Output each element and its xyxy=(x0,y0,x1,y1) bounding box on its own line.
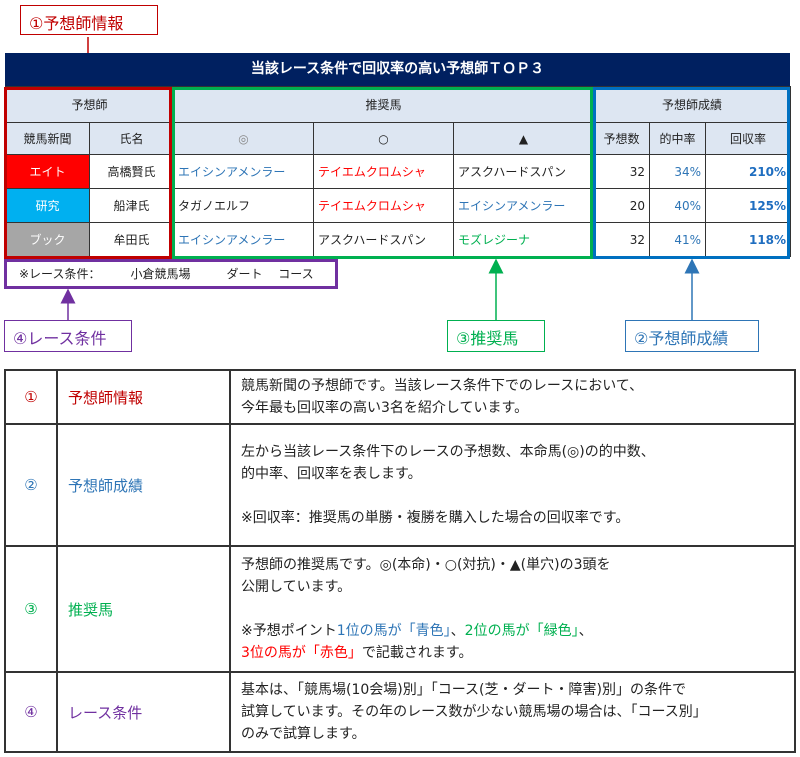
taikou-cell: アスクハードスパン xyxy=(313,222,455,257)
paper-cell: ブック xyxy=(5,222,90,257)
tanana-cell: エイシンアメンラー xyxy=(453,188,595,223)
hit-rate-cell: 34% xyxy=(649,154,707,189)
table-row: ブック 牟田氏 エイシンアメンラー アスクハードスパン モズレジーナ 32 41… xyxy=(5,222,792,257)
note-separator: 、 xyxy=(450,623,465,639)
legend-term: 予想師情報 xyxy=(56,369,231,425)
callout-predictor-results: ②予想師成績 xyxy=(625,320,759,352)
legend-description: 基本は、「競馬場(10会場)別」「コース(芝・ダート・障害)別」の条件で 試算し… xyxy=(229,671,796,753)
paper-cell: 研究 xyxy=(5,188,90,223)
legend-term: 予想師成績 xyxy=(56,423,231,547)
description-line: 試算しています。その年のレース数が少ない競馬場の場合は、「コース別」 xyxy=(241,704,707,720)
note-blue: 1位の馬が「青色」 xyxy=(336,623,451,639)
col-header-honmei: ◎ xyxy=(173,122,315,155)
legend-description: 競馬新聞の予想師です。当該レース条件下でのレースにおいて、 今年最も回収率の高い… xyxy=(229,369,796,425)
legend-row: ③ 推奨馬 予想師の推奨馬です。◎(本命)・○(対抗)・▲(単穴)の3頭を 公開… xyxy=(4,545,796,673)
honmei-cell: タガノエルフ xyxy=(173,188,315,223)
table-row: エイト 高橋賢氏 エイシンアメンラー テイエムクロムシャ アスクハードスパン 3… xyxy=(5,154,792,189)
race-condition-box: ※レース条件： 小倉競馬場 ダート コース xyxy=(4,259,338,289)
hit-rate-cell: 41% xyxy=(649,222,707,257)
table-row: 研究 船津氏 タガノエルフ テイエムクロムシャ エイシンアメンラー 20 40%… xyxy=(5,188,792,223)
col-header-hit-rate: 的中率 xyxy=(649,122,707,155)
legend-row: ④ レース条件 基本は、「競馬場(10会場)別」「コース(芝・ダート・障害)別」… xyxy=(4,671,796,753)
legend-number: ④ xyxy=(4,671,58,753)
return-rate-cell: 210% xyxy=(705,154,792,189)
description-line: 予想師の推奨馬です。◎(本命)・○(対抗)・▲(単穴)の3頭を xyxy=(241,557,611,573)
count-cell: 32 xyxy=(593,154,651,189)
count-cell: 20 xyxy=(593,188,651,223)
return-rate-cell: 125% xyxy=(705,188,792,223)
note-suffix: で記載されます。 xyxy=(361,645,473,661)
legend-term: レース条件 xyxy=(56,671,231,753)
color-note: 3位の馬が「赤色」で記載されます。 xyxy=(241,642,784,664)
paper-cell: エイト xyxy=(5,154,90,189)
predictor-ranking-table: 予想師 推奨馬 予想師成績 競馬新聞 氏名 ◎ ○ ▲ 予想数 的中率 回収率 … xyxy=(4,86,792,257)
name-cell: 高橋賢氏 xyxy=(88,154,175,189)
note-separator: 、 xyxy=(578,623,593,639)
tanana-cell: モズレジーナ xyxy=(453,222,595,257)
col-header-taikou: ○ xyxy=(313,122,455,155)
legend-term: 推奨馬 xyxy=(56,545,231,673)
col-header-return-rate: 回収率 xyxy=(705,122,792,155)
note-red: 3位の馬が「赤色」 xyxy=(241,645,362,661)
name-cell: 船津氏 xyxy=(88,188,175,223)
col-header-paper: 競馬新聞 xyxy=(5,122,90,155)
description-line: 左から当該レース条件下のレースの予想数、本命馬(◎)の的中数、 xyxy=(241,444,655,460)
name-cell: 牟田氏 xyxy=(88,222,175,257)
group-header-predictor: 予想師 xyxy=(4,86,175,123)
honmei-cell: エイシンアメンラー xyxy=(173,222,315,257)
table-title: 当該レース条件で回収率の高い予想師ＴＯＰ３ xyxy=(5,53,790,86)
description-line: 的中率、回収率を表します。 xyxy=(241,466,422,482)
callout-predictor-info: ①予想師情報 xyxy=(20,5,158,35)
col-header-tanana: ▲ xyxy=(453,122,595,155)
note-green: 2位の馬が「緑色」 xyxy=(464,623,579,639)
legend-table: ① 予想師情報 競馬新聞の予想師です。当該レース条件下でのレースにおいて、 今年… xyxy=(4,369,796,753)
description-line: 基本は、「競馬場(10会場)別」「コース(芝・ダート・障害)別」の条件で xyxy=(241,682,686,698)
description-line: ※回収率：推奨馬の単勝・複勝を購入した場合の回収率です。 xyxy=(241,510,630,526)
description-line: 競馬新聞の予想師です。当該レース条件下でのレースにおいて、 xyxy=(241,378,644,394)
description-line: のみで試算します。 xyxy=(241,726,366,742)
legend-row: ① 予想師情報 競馬新聞の予想師です。当該レース条件下でのレースにおいて、 今年… xyxy=(4,369,796,425)
group-header-horses: 推奨馬 xyxy=(173,86,595,123)
callout-recommended-horses: ③推奨馬 xyxy=(447,320,545,352)
taikou-cell: テイエムクロムシャ xyxy=(313,188,455,223)
legend-number: ③ xyxy=(4,545,58,673)
legend-row: ② 予想師成績 左から当該レース条件下のレースの予想数、本命馬(◎)の的中数、 … xyxy=(4,423,796,547)
tanana-cell: アスクハードスパン xyxy=(453,154,595,189)
return-rate-cell: 118% xyxy=(705,222,792,257)
callout-race-condition: ④レース条件 xyxy=(4,320,132,352)
count-cell: 32 xyxy=(593,222,651,257)
col-header-count: 予想数 xyxy=(593,122,651,155)
description-line: 公開しています。 xyxy=(241,579,352,595)
legend-description: 左から当該レース条件下のレースの予想数、本命馬(◎)の的中数、 的中率、回収率を… xyxy=(229,423,796,547)
legend-number: ② xyxy=(4,423,58,547)
color-note: ※予想ポイント1位の馬が「青色」、2位の馬が「緑色」、 xyxy=(241,620,784,642)
taikou-cell: テイエムクロムシャ xyxy=(313,154,455,189)
col-header-name: 氏名 xyxy=(88,122,175,155)
hit-rate-cell: 40% xyxy=(649,188,707,223)
note-prefix: ※予想ポイント xyxy=(241,623,337,639)
honmei-cell: エイシンアメンラー xyxy=(173,154,315,189)
legend-description: 予想師の推奨馬です。◎(本命)・○(対抗)・▲(単穴)の3頭を 公開しています。… xyxy=(229,545,796,673)
description-line: 今年最も回収率の高い3名を紹介しています。 xyxy=(241,400,529,416)
legend-number: ① xyxy=(4,369,58,425)
group-header-results: 予想師成績 xyxy=(593,86,792,123)
